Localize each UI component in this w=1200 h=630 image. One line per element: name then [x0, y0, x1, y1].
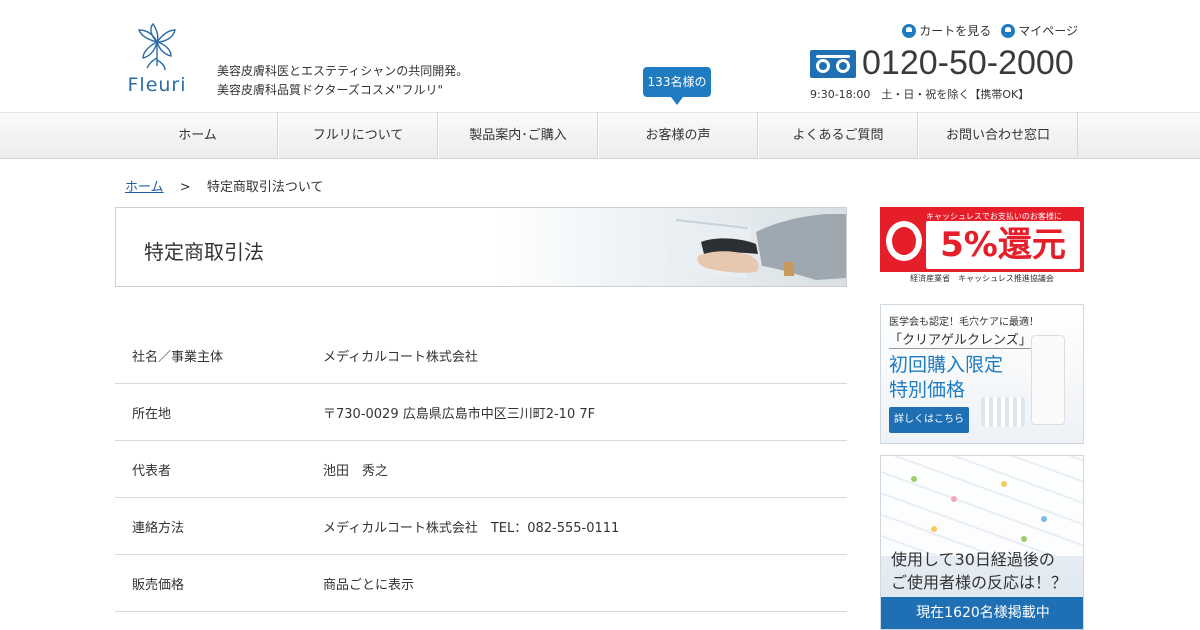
- row-label: 所在地: [132, 406, 172, 422]
- cart-icon: [902, 23, 917, 38]
- row-value: 池田 秀之: [323, 463, 389, 479]
- site-header: Fleuri 美容皮膚科医とエステティシャンの共同開発。 美容皮膚科品質ドクター…: [0, 0, 1200, 110]
- user-icon: [1001, 23, 1016, 38]
- voice-cards-image: [881, 456, 1083, 556]
- table-row: 連絡方法 メディカルコート株式会社 TEL：082-555-0111: [115, 498, 847, 555]
- breadcrumb-current: 特定商取引法ついて: [206, 180, 324, 195]
- title-photo-image: [666, 214, 846, 280]
- table-row: 販売価格 商品ごとに表示: [115, 555, 847, 612]
- voices-banner-footer: 現在1620名様掲載中: [881, 597, 1083, 629]
- table-row: 所在地 〒730-0029 広島県広島市中区三川町2-10 7F: [115, 384, 847, 441]
- row-label: 販売価格: [132, 577, 185, 593]
- clear-gel-banner-offer: 初回購入限定 特別価格: [889, 353, 1003, 403]
- tagline-line-2: 美容皮膚科品質ドクターズコスメ"フルリ": [217, 83, 443, 97]
- clear-gel-offer-line-1: 初回購入限定: [889, 354, 1004, 376]
- breadcrumb-separator: >: [179, 180, 191, 195]
- row-value: メディカルコート株式会社: [323, 349, 478, 365]
- nav-item-about[interactable]: フルリについて: [278, 113, 438, 159]
- clear-gel-details-button[interactable]: 詳しくはこちら: [889, 407, 969, 433]
- page-title: 特定商取引法: [144, 240, 264, 264]
- nav-item-faq[interactable]: よくあるご質問: [758, 113, 918, 159]
- breadcrumb-home-link[interactable]: ホーム: [125, 180, 164, 195]
- nav-item-voices[interactable]: お客様の声: [598, 113, 758, 159]
- company-info-table: 社名／事業主体 メディカルコート株式会社 所在地 〒730-0029 広島県広島…: [115, 327, 847, 612]
- breadcrumb: ホーム > 特定商取引法ついて: [125, 176, 323, 195]
- row-label: 連絡方法: [132, 520, 185, 536]
- voices-banner-text: 使用して30日経過後の ご使用者様の反応は！？: [891, 548, 1067, 594]
- clear-gel-banner[interactable]: 医学会も認定！毛穴ケアに最適！ 「クリアゲルクレンズ」 初回購入限定 特別価格 …: [880, 304, 1084, 444]
- cart-link-label: カートを見る: [919, 24, 992, 38]
- cashless-banner-headline: 5%還元: [926, 221, 1080, 269]
- towel-image: [981, 397, 1025, 427]
- phone-number-text: 0120-50-2000: [862, 44, 1074, 82]
- table-row: 代表者 池田 秀之: [115, 441, 847, 498]
- free-dial-icon: [810, 49, 856, 78]
- clear-gel-banner-product: 「クリアゲルクレンズ」: [889, 329, 1032, 349]
- voices-banner-line-2: ご使用者様の反応は！？: [891, 573, 1068, 592]
- header-utility-links: カートを見る マイページ: [902, 22, 1078, 39]
- customer-voices-banner[interactable]: 使用して30日経過後の ご使用者様の反応は！？ 現在1620名様掲載中: [880, 455, 1084, 630]
- logo-wordmark: Fleuri: [127, 74, 187, 96]
- product-tube-image: [1031, 335, 1065, 425]
- flower-logo-icon: [138, 22, 176, 71]
- mypage-link[interactable]: マイページ: [1001, 22, 1078, 39]
- customer-voice-badge[interactable]: 133名様の: [643, 67, 711, 105]
- row-label: 代表者: [132, 463, 172, 479]
- cart-link[interactable]: カートを見る: [902, 22, 991, 39]
- brand-logo[interactable]: Fleuri: [122, 22, 192, 102]
- clear-gel-banner-kicker: 医学会も認定！毛穴ケアに最適！: [889, 317, 1039, 328]
- tagline: 美容皮膚科医とエステティシャンの共同開発。 美容皮膚科品質ドクターズコスメ"フル…: [217, 62, 468, 100]
- row-value: 〒730-0029 広島県広島市中区三川町2-10 7F: [323, 406, 596, 422]
- page-title-banner: 特定商取引法: [115, 207, 847, 287]
- cashless-banner-footer: 経済産業省 キャッシュレス推進協議会: [880, 272, 1084, 286]
- nav-item-home[interactable]: ホーム: [118, 113, 278, 159]
- cashless-logo-icon: [886, 221, 922, 261]
- business-hours: 9:30-18:00 土・日・祝を除く【携帯OK】: [810, 88, 1030, 101]
- cashless-reward-banner[interactable]: キャッシュレスでお支払いのお客様に 5%還元 経済産業省 キャッシュレス推進協議…: [880, 207, 1084, 286]
- mypage-link-label: マイページ: [1018, 24, 1078, 38]
- phone-number[interactable]: 0120-50-2000: [810, 44, 1074, 83]
- table-row: 社名／事業主体 メディカルコート株式会社: [115, 327, 847, 384]
- voices-banner-line-1: 使用して30日経過後の: [891, 550, 1055, 569]
- row-label: 社名／事業主体: [132, 349, 224, 365]
- nav-item-products[interactable]: 製品案内･ご購入: [438, 113, 598, 159]
- tagline-line-1: 美容皮膚科医とエステティシャンの共同開発。: [217, 64, 469, 78]
- global-nav: ホーム フルリについて 製品案内･ご購入 お客様の声 よくあるご質問 お問い合わ…: [0, 112, 1200, 159]
- nav-item-contact[interactable]: お問い合わせ窓口: [918, 113, 1078, 159]
- row-value: 商品ごとに表示: [323, 577, 415, 593]
- row-value: メディカルコート株式会社 TEL：082-555-0111: [323, 520, 620, 536]
